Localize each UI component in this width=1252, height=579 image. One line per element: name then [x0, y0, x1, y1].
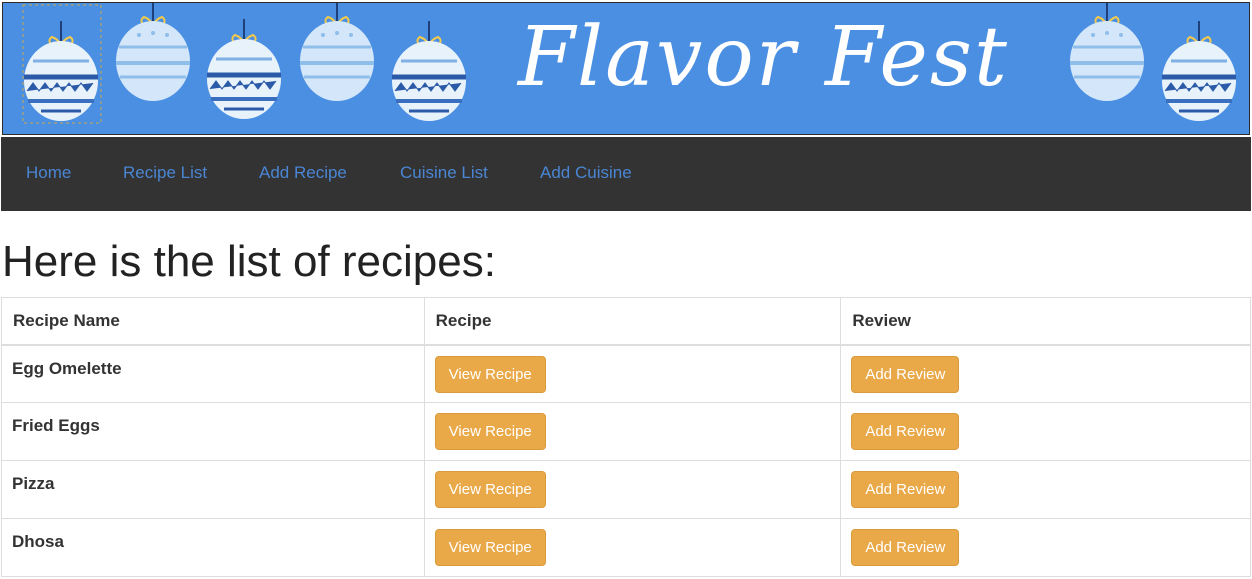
view-recipe-button[interactable]: View Recipe — [434, 529, 546, 566]
nav-home[interactable]: Home — [26, 163, 71, 183]
nav-recipe-list[interactable]: Recipe List — [123, 163, 207, 183]
review-cell: Add Review — [840, 402, 1251, 461]
review-cell: Add Review — [840, 518, 1251, 577]
table-row: Egg Omelette View Recipe Add Review — [1, 344, 1251, 403]
nav-add-recipe[interactable]: Add Recipe — [259, 163, 347, 183]
table-row: Pizza View Recipe Add Review — [1, 460, 1251, 519]
table-row: Dhosa View Recipe Add Review — [1, 518, 1251, 577]
main-navbar: Home Recipe List Add Recipe Cuisine List… — [1, 137, 1251, 211]
recipe-cell: View Recipe — [423, 402, 842, 461]
recipe-name: Dhosa — [1, 518, 425, 577]
recipe-cell: View Recipe — [423, 460, 842, 519]
add-review-button[interactable]: Add Review — [851, 355, 960, 393]
recipe-name: Pizza — [1, 460, 425, 519]
view-recipe-button[interactable]: View Recipe — [434, 355, 546, 393]
review-cell: Add Review — [840, 460, 1251, 519]
column-header-recipe: Recipe — [423, 297, 842, 346]
recipe-cell: View Recipe — [423, 518, 842, 577]
add-review-button[interactable]: Add Review — [851, 529, 960, 566]
review-cell: Add Review — [840, 344, 1251, 403]
table-header-row: Recipe Name Recipe Review — [1, 297, 1251, 346]
recipe-name: Fried Eggs — [1, 402, 425, 461]
recipe-cell: View Recipe — [423, 344, 842, 403]
view-recipe-button[interactable]: View Recipe — [434, 413, 546, 450]
column-header-recipe-name: Recipe Name — [1, 297, 425, 346]
page-title: Here is the list of recipes: — [2, 237, 496, 286]
add-review-button[interactable]: Add Review — [851, 471, 960, 508]
nav-cuisine-list[interactable]: Cuisine List — [400, 163, 488, 183]
banner-background: Flavor Fest — [2, 2, 1250, 135]
add-review-button[interactable]: Add Review — [851, 413, 960, 450]
view-recipe-button[interactable]: View Recipe — [434, 471, 546, 508]
header-banner: Flavor Fest — [0, 0, 1252, 137]
table-row: Fried Eggs View Recipe Add Review — [1, 402, 1251, 461]
recipe-name: Egg Omelette — [1, 344, 425, 403]
column-header-review: Review — [840, 297, 1251, 346]
nav-add-cuisine[interactable]: Add Cuisine — [540, 163, 632, 183]
recipe-table: Recipe Name Recipe Review Egg Omelette V… — [1, 297, 1251, 577]
site-logo-title: Flavor Fest — [518, 10, 1009, 105]
